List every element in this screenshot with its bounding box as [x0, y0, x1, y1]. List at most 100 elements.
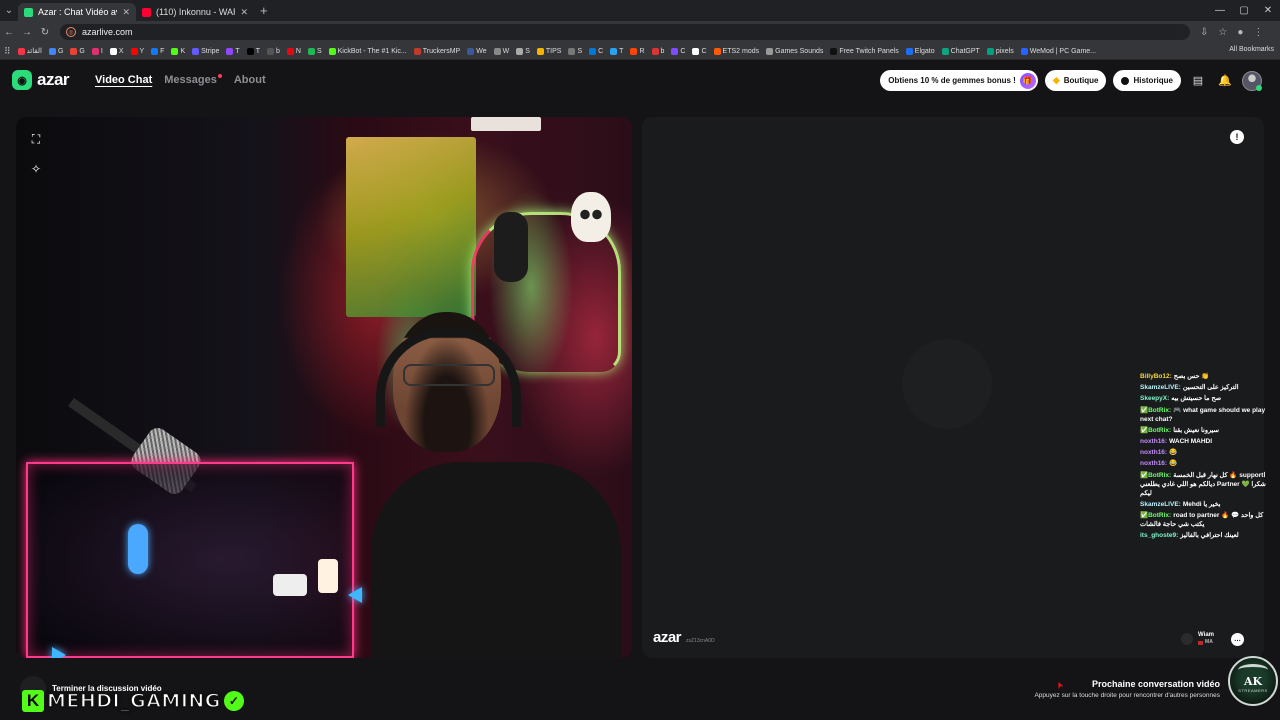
chat-message: ✅BotRix: 🎮 what game should we play next …	[1140, 406, 1272, 424]
chat-username: noxth16:	[1140, 460, 1168, 468]
nav-video-chat[interactable]: Video Chat	[95, 74, 152, 86]
bookmark-item[interactable]: T	[226, 47, 240, 55]
forward-icon[interactable]: →	[18, 27, 36, 38]
bookmark-item[interactable]: C	[671, 47, 685, 55]
bookmark-item[interactable]: T	[610, 47, 623, 55]
bookmark-item[interactable]: G	[48, 47, 63, 55]
chat-message: ✅BotRix: road to partner 🔥 كل واحد 💬 يكتب…	[1140, 511, 1272, 529]
tab-azar[interactable]: Azar : Chat Vidéo avec de n ✕	[18, 3, 136, 21]
azar-logo[interactable]: ◉ azar	[12, 70, 70, 90]
bookmark-item[interactable]: WeMod | PC Game...	[1020, 47, 1096, 55]
all-bookmarks-button[interactable]: All Bookmarks	[1223, 46, 1274, 53]
chat-username: noxth16:	[1140, 449, 1168, 457]
loading-placeholder	[902, 339, 992, 429]
bell-icon[interactable]: 🔔	[1215, 71, 1235, 91]
bookmark-label: R	[639, 47, 645, 55]
profile-icon[interactable]: ●	[1237, 27, 1243, 38]
azar-watermark: azar zsZ13cnA0D	[653, 629, 715, 646]
overlay-arrow-icon	[348, 587, 362, 603]
more-icon[interactable]: ⋮	[1253, 27, 1263, 38]
ak-logo-text: AK	[1243, 675, 1263, 688]
bookmark-item[interactable]: KickBot - The #1 Kic...	[328, 47, 407, 55]
reload-icon[interactable]: ↻	[36, 27, 54, 38]
site-info-icon[interactable]: ◎	[66, 27, 76, 37]
close-window-icon[interactable]: ✕	[1256, 0, 1280, 21]
kick-logo-icon: K	[22, 690, 44, 712]
tab-title: (110) Inkonnu - WARDA feat M	[156, 7, 235, 17]
shop-button[interactable]: ◆ Boutique	[1044, 70, 1107, 91]
bookmark-item[interactable]: b	[266, 47, 280, 55]
bookmark-favicon-icon	[610, 47, 618, 55]
bookmark-favicon-icon	[1020, 47, 1028, 55]
bookmark-item[interactable]: pixels	[986, 47, 1014, 55]
bookmark-item[interactable]: S	[568, 47, 582, 55]
bookmark-item[interactable]: Elgato	[905, 47, 935, 55]
bookmark-label: C	[598, 47, 604, 55]
tab-youtube[interactable]: (110) Inkonnu - WARDA feat M ✕	[136, 3, 254, 21]
bookmark-item[interactable]: T	[246, 47, 260, 55]
bookmark-item[interactable]: b	[651, 47, 664, 55]
bookmark-item[interactable]: N	[286, 47, 301, 55]
nav-about[interactable]: About	[234, 74, 266, 86]
maximize-icon[interactable]: ▢	[1232, 0, 1256, 21]
new-tab-icon[interactable]: +	[260, 3, 268, 18]
wings-icon	[1238, 664, 1268, 676]
bookmark-item[interactable]: G	[70, 47, 85, 55]
expand-icon[interactable]: ⛶	[26, 129, 46, 149]
bookmark-item[interactable]: K	[171, 47, 185, 55]
bookmark-item[interactable]: C	[589, 47, 604, 55]
streamer-video	[371, 312, 621, 658]
bookmark-item[interactable]: S	[516, 47, 530, 55]
back-icon[interactable]: ←	[0, 27, 18, 38]
bookmark-item[interactable]: We	[467, 47, 487, 55]
inbox-icon[interactable]: ▤	[1188, 71, 1208, 91]
bookmark-item[interactable]: Games Sounds	[766, 47, 823, 55]
close-tab-icon[interactable]: ✕	[240, 7, 248, 18]
magic-wand-icon[interactable]: ✧	[26, 159, 46, 179]
minimize-icon[interactable]: —	[1208, 0, 1232, 21]
nav-messages[interactable]: Messages	[164, 74, 222, 86]
bookmark-star-icon[interactable]: ☆	[1218, 27, 1227, 38]
bookmark-favicon-icon	[941, 47, 949, 55]
chat-bubble-icon[interactable]: …	[1231, 633, 1244, 646]
bookmark-label: القائد	[26, 48, 42, 55]
url-field[interactable]: ◎ azarlive.com	[60, 24, 1190, 40]
azar-favicon-icon	[24, 7, 33, 17]
history-button[interactable]: Historique	[1113, 70, 1181, 91]
close-tab-icon[interactable]: ✕	[122, 7, 130, 18]
chat-text: 😂	[1169, 449, 1178, 457]
report-icon[interactable]: !	[1230, 130, 1244, 144]
bookmark-item[interactable]: F	[151, 47, 164, 55]
bookmark-item[interactable]: W	[493, 47, 509, 55]
chat-username: its_ghoste9:	[1140, 532, 1179, 540]
bookmark-item[interactable]: TruckersMP	[413, 47, 460, 55]
install-icon[interactable]: ⇩	[1200, 27, 1208, 38]
next-chat-button[interactable]: Prochaine conversation vidéo Appuyez sur…	[1034, 679, 1220, 699]
bookmark-item[interactable]: ETS2 mods	[713, 47, 759, 55]
bookmark-favicon-icon	[630, 47, 638, 55]
bookmark-item[interactable]: Stripe	[192, 47, 220, 55]
bookmark-favicon-icon	[192, 47, 200, 55]
gem-bonus-button[interactable]: Obtiens 10 % de gemmes bonus ! 🎁	[880, 70, 1038, 91]
bookmark-item[interactable]: X	[109, 47, 124, 55]
next-chat-title: Prochaine conversation vidéo	[1091, 679, 1220, 689]
bookmark-item[interactable]: Y	[130, 47, 144, 55]
bookmark-item[interactable]: S	[307, 47, 322, 55]
bookmark-label: C	[701, 47, 707, 55]
bookmark-favicon-icon	[109, 47, 117, 55]
bookmark-item[interactable]: I	[91, 47, 103, 55]
bookmark-item[interactable]: القائد	[17, 47, 42, 55]
bookmark-label: Stripe	[201, 47, 220, 55]
profile-avatar[interactable]	[1242, 70, 1262, 91]
headset	[376, 327, 521, 427]
tab-search-icon[interactable]: ⌄	[0, 0, 18, 21]
apps-icon[interactable]: ⠿	[4, 46, 11, 57]
bookmark-item[interactable]: ChatGPT	[941, 47, 980, 55]
bookmark-item[interactable]: R	[630, 47, 645, 55]
bookmark-label: G	[79, 47, 85, 55]
partner-avatar	[1181, 633, 1194, 645]
bookmark-item[interactable]: C	[692, 47, 707, 55]
bookmark-item[interactable]: TIPS	[536, 47, 561, 55]
partner-info[interactable]: Wiam MA	[1181, 632, 1214, 646]
bookmark-item[interactable]: Free Twitch Panels	[830, 47, 899, 55]
